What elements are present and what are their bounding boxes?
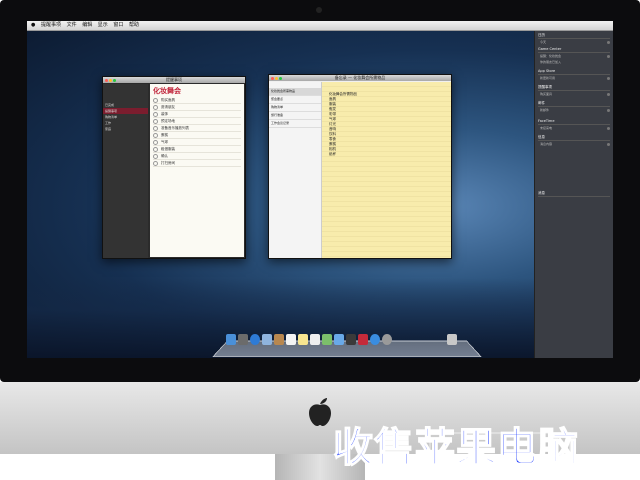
reminder-item[interactable]: 预定场地 xyxy=(153,118,241,125)
sale-caption: 收售苹果电脑 xyxy=(332,424,579,472)
preferences-icon[interactable] xyxy=(382,334,392,345)
note-editor[interactable]: 化妆舞会所需物品 面具 服装 假发 彩带 气球 灯光 音响 饮料 零食 蛋糕 相… xyxy=(322,82,451,258)
launchpad-icon[interactable] xyxy=(238,334,248,345)
reminder-item[interactable]: 装饰 xyxy=(153,111,241,118)
nc-section-header: 信息 xyxy=(538,135,610,141)
reminders-icon[interactable] xyxy=(310,334,320,345)
reminder-item[interactable]: 蛋糕 xyxy=(153,132,241,139)
reminder-item[interactable]: 购买面具 xyxy=(153,97,241,104)
nc-section-header: 消息 xyxy=(538,191,610,197)
apple-logo-icon xyxy=(309,398,331,426)
finder-icon[interactable] xyxy=(226,334,236,345)
notes-window[interactable]: 备忘录 — 化妆舞会所需物品 化妆舞会所需物品 聚会要点 购物清单 旅行准备 工… xyxy=(268,74,452,259)
nc-section-header: 提醒事项 xyxy=(538,85,610,91)
nc-section-header: App Store xyxy=(538,69,610,75)
minimize-icon[interactable] xyxy=(275,77,278,80)
menu-file[interactable]: 文件 xyxy=(67,21,77,30)
notes-icon[interactable] xyxy=(298,334,308,345)
desktop-screen: ● 提醒事项 文件 编辑 显示 窗口 帮助 提醒事项 已完成 提醒事项 购物清单… xyxy=(27,21,613,358)
reminders-window[interactable]: 提醒事项 已完成 提醒事项 购物清单 工作 家庭 化妆舞会 购买面具 邀请朋友 … xyxy=(102,76,246,259)
app-store-icon[interactable] xyxy=(370,334,380,345)
notes-titlebar[interactable]: 备忘录 — 化妆舞会所需物品 xyxy=(269,75,451,81)
checkbox-icon[interactable] xyxy=(153,153,158,159)
nc-row[interactable]: 你的朋友已加入 xyxy=(540,60,610,64)
menu-help[interactable]: 帮助 xyxy=(129,21,139,30)
reminder-item[interactable]: 打扫房间 xyxy=(153,160,241,167)
nc-row[interactable]: 消息内容 xyxy=(540,142,610,146)
nc-section-header: Game Center xyxy=(538,47,610,53)
checkbox-icon[interactable] xyxy=(153,111,158,117)
reminder-item[interactable]: 气球 xyxy=(153,139,241,146)
nc-row[interactable]: 新更新可用 xyxy=(540,76,610,80)
note-row[interactable]: 聚会要点 xyxy=(269,96,321,104)
reminders-heading: 化妆舞会 xyxy=(153,87,181,95)
list-item[interactable]: 家庭 xyxy=(103,126,148,132)
mail-icon[interactable] xyxy=(262,334,272,345)
nc-section-header: FaceTime xyxy=(538,119,610,125)
messages-icon[interactable] xyxy=(334,334,344,345)
reminder-item[interactable]: 租借服装 xyxy=(153,146,241,153)
close-icon[interactable] xyxy=(607,76,610,80)
notes-window-title: 备忘录 — 化妆舞会所需物品 xyxy=(334,75,386,80)
reminders-list-pane: 化妆舞会 购买面具 邀请朋友 装饰 预定场地 准备音乐播放列表 蛋糕 气球 租借… xyxy=(150,84,244,257)
checkbox-icon[interactable] xyxy=(153,97,158,103)
menu-edit[interactable]: 编辑 xyxy=(82,21,92,30)
facetime-icon[interactable] xyxy=(346,334,356,345)
checkbox-icon[interactable] xyxy=(153,146,158,152)
close-icon[interactable] xyxy=(607,108,610,112)
menu-window[interactable]: 窗口 xyxy=(113,21,123,30)
close-icon[interactable] xyxy=(607,54,610,58)
nc-row[interactable]: 未接来电 xyxy=(540,126,610,130)
reminders-window-title: 提醒事项 xyxy=(166,77,182,82)
nc-row[interactable]: 今天 xyxy=(540,40,610,44)
close-icon[interactable] xyxy=(105,79,108,82)
close-icon[interactable] xyxy=(271,77,274,80)
zoom-icon[interactable] xyxy=(113,79,116,82)
checkbox-icon[interactable] xyxy=(153,160,158,166)
note-row-selected[interactable]: 化妆舞会所需物品 xyxy=(269,88,321,96)
minimize-icon[interactable] xyxy=(109,79,112,82)
nc-row[interactable]: 购买面具 xyxy=(540,92,610,96)
reminders-sidebar: 已完成 提醒事项 购物清单 工作 家庭 xyxy=(103,84,148,258)
reminder-item[interactable]: 邀请朋友 xyxy=(153,104,241,111)
menu-view[interactable]: 显示 xyxy=(98,21,108,30)
menu-bar: ● 提醒事项 文件 编辑 显示 窗口 帮助 xyxy=(27,21,613,31)
checkbox-icon[interactable] xyxy=(153,104,158,110)
note-row[interactable]: 旅行准备 xyxy=(269,112,321,120)
note-line: 纸杯 xyxy=(329,152,336,156)
checkbox-icon[interactable] xyxy=(153,125,158,131)
reminder-item[interactable]: 准备音乐播放列表 xyxy=(153,125,241,132)
nc-row[interactable]: 提醒：化妆舞会 xyxy=(540,54,610,58)
nc-row[interactable]: 新邮件 xyxy=(540,108,610,112)
camera-dot xyxy=(316,7,322,13)
safari-icon[interactable] xyxy=(250,334,260,345)
notification-center: 日历 今天 Game Center 提醒：化妆舞会 你的朋友已加入 App St… xyxy=(534,31,613,358)
checkbox-icon[interactable] xyxy=(153,118,158,124)
close-icon[interactable] xyxy=(607,92,610,96)
itunes-icon[interactable] xyxy=(358,334,368,345)
notes-list: 化妆舞会所需物品 聚会要点 购物清单 旅行准备 工作会议记录 xyxy=(269,82,322,258)
close-icon[interactable] xyxy=(607,126,610,130)
maps-icon[interactable] xyxy=(322,334,332,345)
contacts-icon[interactable] xyxy=(274,334,284,345)
close-icon[interactable] xyxy=(607,40,610,44)
note-row[interactable]: 购物清单 xyxy=(269,104,321,112)
close-icon[interactable] xyxy=(607,142,610,146)
checkbox-icon[interactable] xyxy=(153,132,158,138)
apple-menu-icon[interactable]: ● xyxy=(31,21,35,30)
nc-section-header: 邮件 xyxy=(538,101,610,107)
zoom-icon[interactable] xyxy=(279,77,282,80)
note-row[interactable]: 工作会议记录 xyxy=(269,120,321,128)
app-name-menu[interactable]: 提醒事项 xyxy=(41,21,61,30)
reminders-titlebar[interactable]: 提醒事项 xyxy=(103,77,245,83)
calendar-icon[interactable] xyxy=(286,334,296,345)
nc-section-header: 日历 xyxy=(538,33,610,39)
trash-icon[interactable] xyxy=(447,334,457,345)
checkbox-icon[interactable] xyxy=(153,139,158,145)
reminder-item[interactable]: 确认 xyxy=(153,153,241,160)
